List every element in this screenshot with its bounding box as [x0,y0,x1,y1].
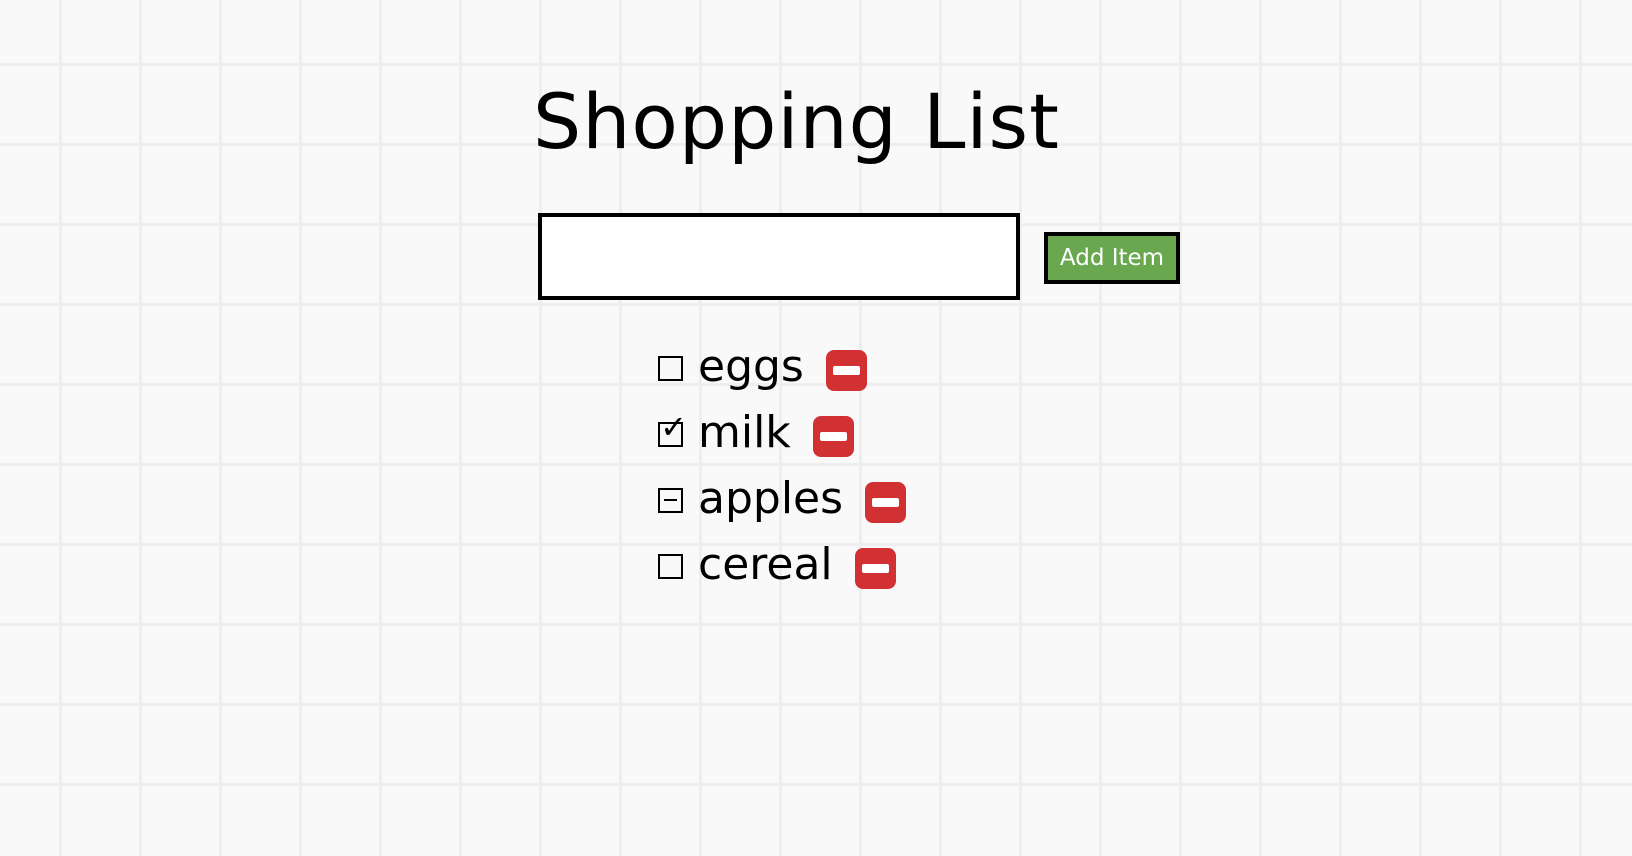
minus-icon [660,490,681,511]
shopping-list: eggs ✓ milk apples cereal [658,337,907,601]
list-item: eggs [658,337,906,403]
remove-item-button[interactable] [865,481,907,523]
list-item: apples [658,469,907,535]
checkmark-icon: ✓ [660,408,687,446]
remove-item-button[interactable] [812,415,854,457]
remove-icon [819,431,847,441]
item-checkbox[interactable] [658,553,683,579]
remove-item-button[interactable] [825,349,867,391]
item-checkbox[interactable] [658,355,683,381]
item-checkbox[interactable]: ✓ [658,411,687,447]
remove-icon [861,563,889,573]
list-item: cereal [658,535,906,601]
remove-icon [832,365,860,375]
item-label: apples [698,473,844,524]
checkbox-mark [660,358,681,379]
item-label: cereal [698,539,833,590]
page-title: Shopping List [533,77,1060,166]
list-item: ✓ milk [658,403,906,469]
remove-icon [872,497,900,507]
add-item-button[interactable]: Add Item [1044,232,1180,284]
item-checkbox[interactable] [658,487,683,513]
checkbox-mark [660,556,681,577]
remove-item-button[interactable] [854,547,896,589]
item-label: milk [698,407,791,458]
new-item-input[interactable] [538,213,1020,300]
item-label: eggs [698,341,804,392]
